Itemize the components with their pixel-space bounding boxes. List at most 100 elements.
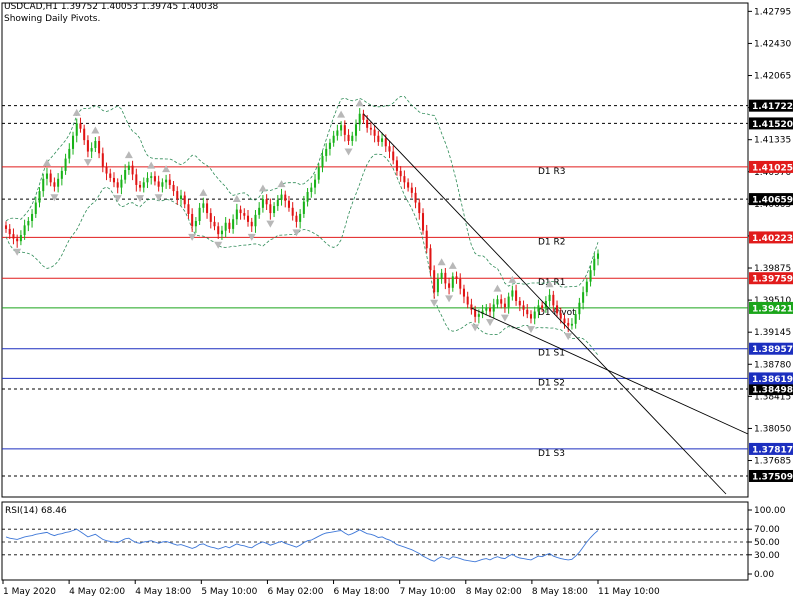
fractal-up-marker — [72, 108, 81, 116]
candle-body — [261, 199, 264, 208]
candle-body — [90, 148, 93, 152]
fractal-down-marker — [564, 333, 573, 341]
candle-body — [198, 207, 201, 221]
candle-body — [511, 290, 514, 297]
candle-body — [157, 181, 160, 187]
fractal-up-marker — [258, 184, 267, 192]
candle-body — [23, 225, 26, 236]
candle-body — [302, 201, 305, 214]
rsi-label: RSI(14) 68.46 — [5, 506, 67, 516]
lower-trend-line — [471, 307, 749, 435]
y-tick-label: 1.38780 — [754, 360, 791, 370]
candle-body — [269, 204, 272, 214]
y-tick-label: 1.39145 — [754, 328, 791, 338]
price-panel-frame — [1, 2, 749, 498]
pivot-level-tag: 1.39421 — [752, 304, 793, 314]
candle-body — [131, 165, 134, 175]
fractal-down-marker — [83, 159, 92, 167]
fractal-up-marker — [91, 126, 100, 134]
candle-body — [120, 179, 123, 188]
candle-body — [548, 294, 551, 301]
candle-body — [358, 113, 361, 125]
candle-body — [258, 207, 261, 215]
candle-body — [489, 308, 492, 312]
candle-body — [537, 305, 540, 312]
candle-body — [570, 323, 573, 326]
candle-body — [559, 313, 562, 319]
fractal-up-marker — [199, 188, 208, 196]
candle-body — [563, 318, 566, 323]
candle-body — [585, 281, 588, 293]
fractal-down-marker — [526, 326, 535, 334]
candle-body — [34, 202, 37, 214]
candle-body — [310, 187, 313, 192]
candle-body — [150, 176, 153, 178]
pivot-level-tag: 1.37817 — [752, 445, 793, 455]
candle-body — [395, 160, 398, 171]
candle-body — [328, 142, 331, 149]
candlesticks — [4, 108, 600, 333]
candle-body — [299, 213, 302, 222]
x-tick-label: 11 May 10:00 — [598, 587, 660, 597]
pivot-level-label: D1 S1 — [538, 349, 565, 359]
candle-body — [254, 214, 257, 227]
fractal-up-marker — [42, 158, 51, 166]
x-tick-label: 4 May 02:00 — [69, 587, 125, 597]
candle-body — [451, 276, 454, 288]
candle-body — [165, 179, 168, 183]
candle-body — [295, 215, 298, 222]
y-tick-label: 1.42065 — [754, 72, 791, 82]
candle-body — [492, 304, 495, 312]
pivot-level-tag: 1.38957 — [752, 345, 793, 355]
candle-body — [377, 135, 380, 142]
candle-body — [336, 130, 339, 136]
candle-body — [366, 119, 369, 128]
candle-body — [567, 322, 570, 326]
dotted-level-tag: 1.38498 — [752, 386, 793, 396]
candle-body — [552, 294, 555, 306]
candle-body — [213, 221, 216, 227]
pivot-level-tag: 1.38619 — [752, 375, 793, 385]
price-panel — [1, 2, 749, 498]
rsi-tick-label: 50.00 — [754, 538, 780, 548]
candle-body — [343, 125, 346, 135]
candle-body — [127, 165, 130, 171]
candle-body — [306, 191, 309, 202]
candle-body — [369, 127, 372, 130]
candle-body — [191, 213, 194, 227]
candle-body — [280, 194, 283, 200]
candle-body — [593, 258, 596, 271]
fractal-up-marker — [337, 110, 346, 118]
fractal-down-marker — [50, 194, 59, 202]
candle-body — [228, 222, 231, 229]
candle-body — [12, 234, 15, 239]
candle-body — [75, 123, 78, 136]
candle-body — [146, 177, 149, 183]
pivot-level-label: D1 R2 — [538, 237, 566, 247]
candle-body — [503, 303, 506, 308]
candle-body — [529, 314, 533, 319]
candle-body — [466, 296, 469, 305]
candle-body — [60, 170, 63, 179]
fractal-up-marker — [493, 284, 502, 292]
candle-body — [83, 128, 86, 141]
y-tick-label: 1.37685 — [754, 457, 791, 467]
fractal-up-marker — [232, 195, 241, 203]
candle-body — [239, 209, 242, 214]
candle-body — [232, 219, 235, 229]
rsi-tick-label: 0.00 — [754, 570, 774, 580]
candle-body — [425, 230, 428, 249]
x-tick-label: 4 May 18:00 — [135, 587, 191, 597]
candle-body — [347, 134, 350, 142]
candle-body — [448, 283, 451, 288]
candle-body — [179, 195, 183, 200]
candle-body — [384, 138, 387, 147]
x-tick-label: 7 May 10:00 — [400, 587, 456, 597]
candle-body — [79, 123, 82, 129]
candle-body — [429, 248, 432, 271]
candle-body — [38, 191, 41, 203]
x-tick-label: 5 May 10:00 — [201, 587, 257, 597]
candle-body — [64, 158, 67, 171]
candle-body — [45, 173, 48, 179]
candle-body — [94, 141, 97, 149]
